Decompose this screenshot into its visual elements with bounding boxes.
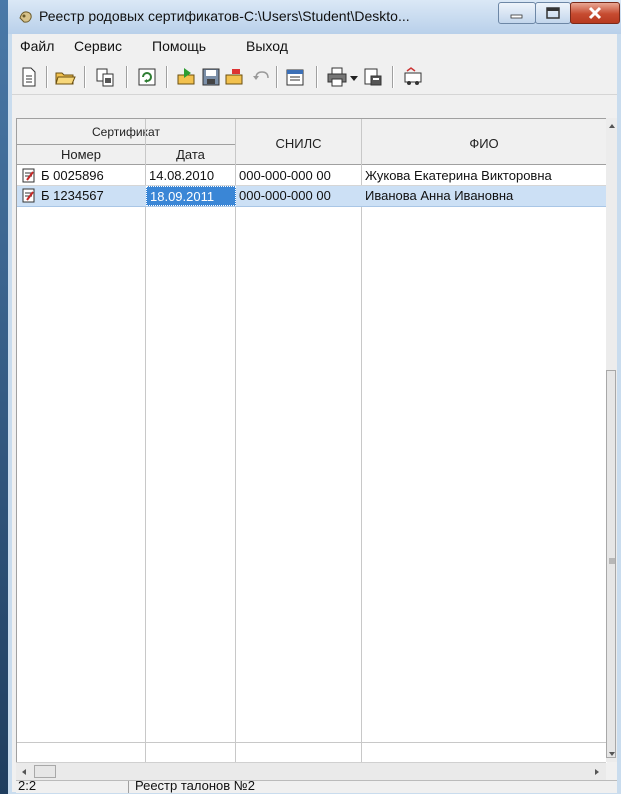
toolbar-separator (46, 66, 48, 88)
cell-number: Б 1234567 (41, 188, 104, 203)
status-text: Реестр талонов №2 (135, 778, 255, 793)
grip-icon (609, 558, 615, 564)
cell-date-active[interactable]: 18.09.2011 (146, 186, 236, 206)
client-area: Файл Сервис Помощь Выход Сертификат Номе… (12, 34, 617, 793)
print-preview-icon[interactable] (362, 66, 384, 88)
cell-date: 14.08.2010 (149, 168, 215, 183)
copy-icon[interactable] (94, 66, 116, 88)
export-icon[interactable] (224, 66, 246, 88)
cell-fio: Жукова Екатерина Викторовна (365, 168, 552, 183)
scroll-right-icon[interactable] (593, 768, 601, 776)
save-icon[interactable] (200, 66, 222, 88)
header-group-certificate: Сертификат (17, 119, 236, 145)
cell-number: Б 0025896 (41, 168, 104, 183)
status-bar: 2:2 Реестр талонов №2 (16, 778, 617, 793)
header-snils[interactable]: СНИЛС (236, 124, 362, 165)
maximize-button[interactable] (535, 2, 571, 24)
window-title: Реестр родовых сертификатов-C:\Users\Stu… (39, 8, 410, 24)
document-edit-icon (22, 188, 35, 203)
menu-exit[interactable]: Выход (246, 38, 288, 54)
close-icon (588, 6, 602, 20)
print-icon[interactable] (326, 66, 348, 88)
header-date[interactable]: Дата (146, 145, 236, 165)
minimize-icon (510, 14, 523, 19)
status-separator (128, 781, 129, 793)
toolbar-separator (316, 66, 318, 88)
menu-service[interactable]: Сервис (74, 38, 122, 54)
cell-snils: 000-000-000 00 (239, 168, 331, 183)
toolbar-separator (166, 66, 168, 88)
scroll-left-icon[interactable] (20, 768, 28, 776)
minimize-button[interactable] (498, 2, 536, 24)
toolbar-separator (84, 66, 86, 88)
table-row-selected[interactable]: Б 1234567 18.09.2011 000-000-000 00 Иван… (17, 186, 607, 207)
scroll-down-icon[interactable] (608, 750, 616, 758)
column-divider (361, 119, 362, 763)
column-divider (145, 119, 146, 763)
header-number[interactable]: Номер (17, 145, 146, 165)
cell-snils: 000-000-000 00 (239, 188, 331, 203)
title-bar[interactable]: Реестр родовых сертификатов-C:\Users\Stu… (8, 0, 621, 34)
toolbar-separator (126, 66, 128, 88)
properties-icon[interactable] (284, 66, 306, 88)
open-folder-icon[interactable] (54, 66, 76, 88)
import-icon[interactable] (176, 66, 198, 88)
desktop-edge (0, 0, 8, 794)
cell-fio: Иванова Анна Ивановна (365, 188, 514, 203)
menu-file[interactable]: Файл (20, 38, 54, 54)
app-icon (19, 11, 32, 23)
maximize-icon (546, 7, 560, 19)
undo-icon[interactable] (250, 66, 272, 88)
toolbar-separator (276, 66, 278, 88)
header-fio[interactable]: ФИО (362, 124, 607, 165)
menu-help[interactable]: Помощь (152, 38, 206, 54)
print-dropdown-icon[interactable] (348, 66, 360, 88)
status-position: 2:2 (18, 778, 37, 793)
column-divider (235, 119, 236, 763)
document-edit-icon (22, 168, 35, 183)
menu-bar: Файл Сервис Помощь Выход (12, 34, 617, 58)
row-divider (17, 742, 607, 743)
scroll-up-icon[interactable] (608, 122, 616, 130)
transfer-icon[interactable] (402, 66, 424, 88)
close-button[interactable] (570, 2, 620, 24)
horizontal-scrollbar[interactable] (16, 762, 606, 781)
vertical-scroll-thumb[interactable] (606, 370, 616, 758)
app-window: Реестр родовых сертификатов-C:\Users\Stu… (8, 0, 621, 794)
refresh-icon[interactable] (136, 66, 158, 88)
toolbar-separator (392, 66, 394, 88)
certificate-grid[interactable]: Сертификат Номер Дата СНИЛС ФИО Б 002589… (16, 118, 607, 763)
horizontal-scroll-thumb[interactable] (34, 765, 56, 778)
vertical-scrollbar[interactable] (606, 118, 617, 762)
table-row[interactable]: Б 0025896 14.08.2010 000-000-000 00 Жуко… (17, 166, 607, 186)
toolbar (12, 60, 617, 95)
new-document-icon[interactable] (18, 66, 40, 88)
